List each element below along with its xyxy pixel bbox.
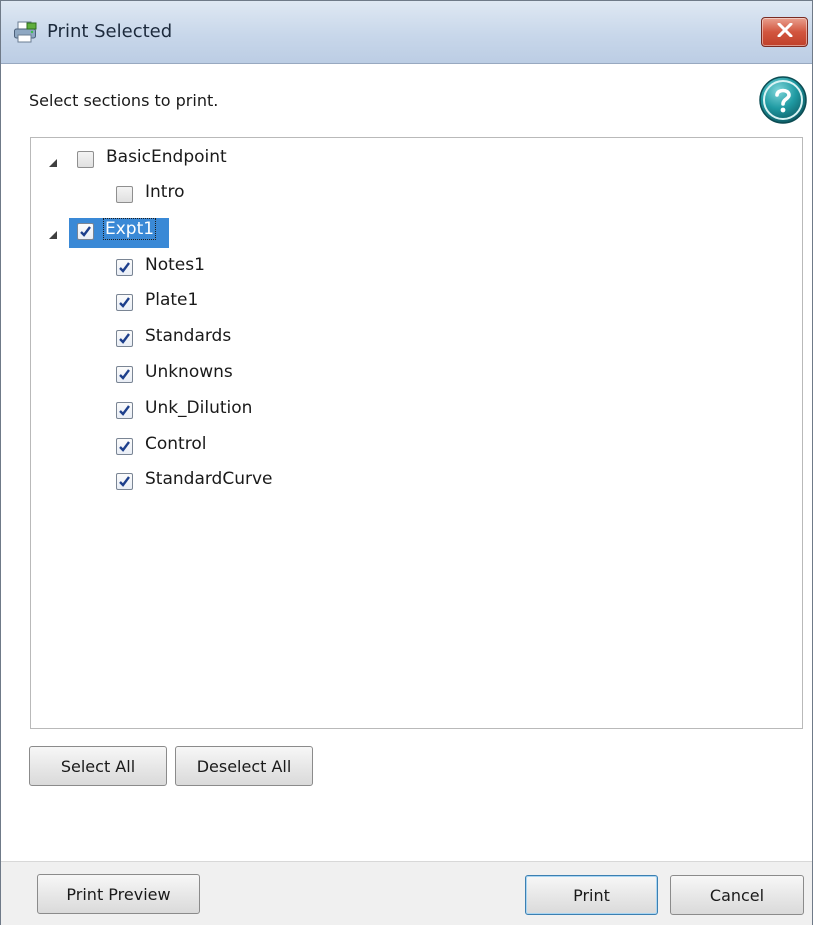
print-preview-button[interactable]: Print Preview	[37, 874, 200, 914]
checkbox-plate1[interactable]	[116, 294, 133, 311]
checkbox-expt1[interactable]	[77, 223, 94, 240]
instruction-text: Select sections to print.	[29, 91, 219, 110]
close-icon	[777, 22, 793, 42]
sections-tree[interactable]: BasicEndpoint Intro Expt1 Notes1 Plate1 …	[30, 137, 803, 729]
checkmark-icon	[119, 441, 130, 452]
checkbox-control[interactable]	[116, 438, 133, 455]
checkbox-basicendpoint[interactable]	[77, 151, 94, 168]
checkbox-standardcurve[interactable]	[116, 473, 133, 490]
tree-item-standardcurve[interactable]: StandardCurve	[145, 469, 273, 489]
deselect-all-button[interactable]: Deselect All	[175, 746, 313, 786]
checkbox-unknowns[interactable]	[116, 366, 133, 383]
tree-item-standards[interactable]: Standards	[145, 326, 231, 346]
tree-item-basicendpoint[interactable]: BasicEndpoint	[106, 147, 227, 167]
printer-icon	[13, 21, 37, 43]
expanded-triangle-icon[interactable]	[47, 226, 59, 239]
checkmark-icon	[119, 405, 130, 416]
checkmark-icon	[119, 262, 130, 273]
print-button[interactable]: Print	[525, 875, 658, 915]
checkmark-icon	[80, 226, 91, 237]
tree-item-plate1[interactable]: Plate1	[145, 290, 198, 310]
checkmark-icon	[119, 476, 130, 487]
checkmark-icon	[119, 369, 130, 380]
tree-item-expt1[interactable]: Expt1	[102, 218, 157, 240]
tree-item-intro[interactable]: Intro	[145, 182, 184, 202]
tree-item-control[interactable]: Control	[145, 434, 206, 454]
select-all-button[interactable]: Select All	[29, 746, 167, 786]
close-button[interactable]	[761, 17, 808, 47]
checkbox-standards[interactable]	[116, 330, 133, 347]
checkbox-notes1[interactable]	[116, 259, 133, 276]
tree-item-notes1[interactable]: Notes1	[145, 255, 205, 275]
checkmark-icon	[119, 297, 130, 308]
checkbox-unk-dilution[interactable]	[116, 402, 133, 419]
tree-item-unknowns[interactable]: Unknowns	[145, 362, 233, 382]
expanded-triangle-icon[interactable]	[47, 154, 59, 167]
checkbox-intro[interactable]	[116, 186, 133, 203]
tree-item-unk-dilution[interactable]: Unk_Dilution	[145, 398, 252, 418]
checkmark-icon	[119, 333, 130, 344]
cancel-button[interactable]: Cancel	[670, 875, 804, 915]
help-button[interactable]	[758, 75, 808, 125]
help-icon	[758, 76, 808, 130]
window-title: Print Selected	[47, 21, 173, 42]
print-selected-dialog: Print Selected Select sections to print.	[0, 0, 813, 925]
title-bar[interactable]: Print Selected	[1, 1, 812, 64]
